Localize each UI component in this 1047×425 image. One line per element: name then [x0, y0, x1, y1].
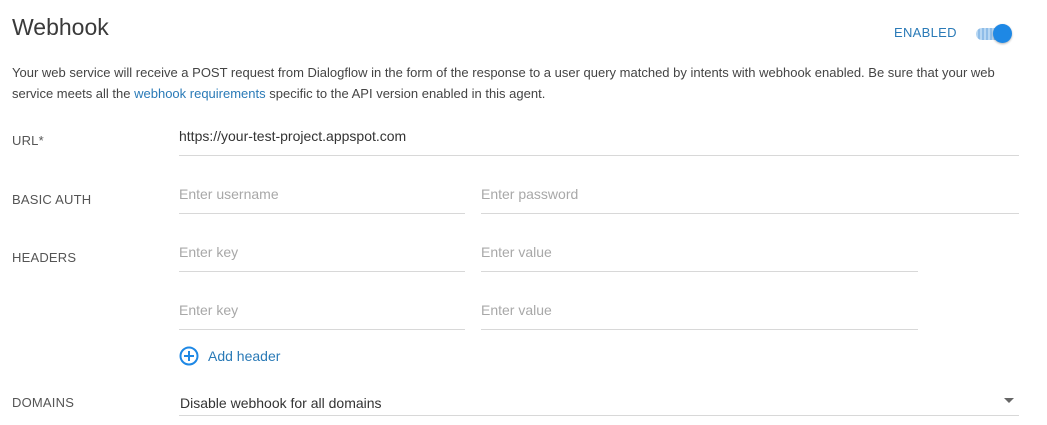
header-key-input[interactable]	[179, 244, 465, 260]
webhook-requirements-link[interactable]: webhook requirements	[134, 86, 266, 101]
webhook-title: Webhook	[12, 14, 109, 40]
toggle-knob	[993, 24, 1012, 43]
webhook-enabled-toggle[interactable]	[976, 24, 1012, 43]
header-value-field-2	[481, 302, 918, 330]
password-input[interactable]	[481, 186, 1019, 202]
password-field	[481, 186, 1019, 214]
url-input[interactable]	[179, 128, 1019, 144]
enabled-status-label: ENABLED	[894, 25, 957, 40]
header-value-input[interactable]	[481, 302, 918, 318]
chevron-down-icon	[1004, 398, 1014, 403]
header-value-field-1	[481, 244, 918, 272]
basic-auth-label: BASIC AUTH	[12, 192, 92, 207]
plus-circle-icon	[179, 346, 199, 366]
domains-selected-value: Disable webhook for all domains	[180, 395, 382, 411]
url-field	[179, 128, 1019, 156]
url-label: URL*	[12, 133, 44, 148]
username-input[interactable]	[179, 186, 465, 202]
domains-select[interactable]: Disable webhook for all domains	[179, 392, 1019, 416]
add-header-button[interactable]: Add header	[179, 346, 280, 366]
header-key-field-1	[179, 244, 465, 272]
description-text-after: specific to the API version enabled in t…	[265, 86, 546, 101]
header-key-field-2	[179, 302, 465, 330]
username-field	[179, 186, 465, 214]
webhook-description: Your web service will receive a POST req…	[12, 62, 1022, 104]
add-header-label: Add header	[208, 348, 281, 364]
header-key-input[interactable]	[179, 302, 465, 318]
header-value-input[interactable]	[481, 244, 918, 260]
domains-label: DOMAINS	[12, 395, 75, 410]
headers-label: HEADERS	[12, 250, 77, 265]
